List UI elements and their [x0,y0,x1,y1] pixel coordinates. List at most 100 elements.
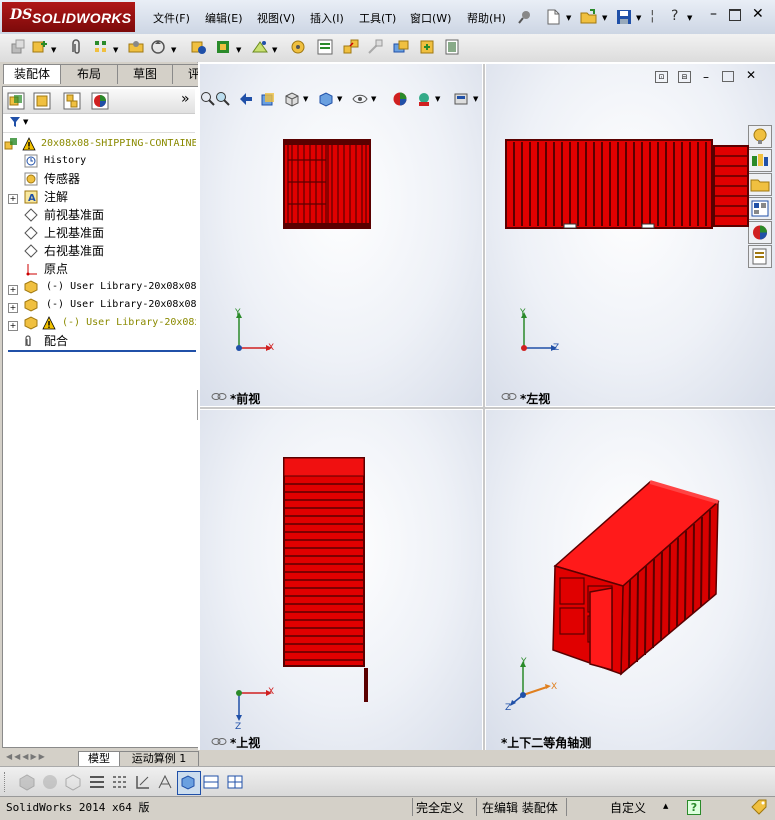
tree-item-annotations[interactable]: 注解 [44,189,68,205]
zoom-to-fit-icon[interactable] [200,91,216,107]
save-icon[interactable] [615,8,633,26]
section-view-icon[interactable] [260,91,276,107]
hidden-lines-icon[interactable] [64,773,82,791]
tree-item-sensors[interactable]: 传感器 [44,171,80,187]
chevron-down-icon[interactable]: ▼ [566,14,571,22]
apply-scene-icon[interactable] [416,91,432,107]
display-manager-icon[interactable] [91,92,109,110]
menu-view[interactable]: 视图(V) [257,10,295,26]
new-motion-study-icon[interactable] [289,38,307,56]
shaded-icon[interactable] [41,773,59,791]
tag-icon[interactable] [750,799,768,815]
tab-sketch[interactable]: 草图 [117,64,173,84]
tab-assembly[interactable]: 装配体 [3,64,61,84]
tree-item-component[interactable]: (-) User Library-20x08x08- [46,297,196,313]
help-status-icon[interactable]: ? [687,800,701,815]
rollback-bar[interactable] [8,350,196,352]
close-icon[interactable]: ✕ [752,6,764,22]
chevron-down-icon[interactable]: ▼ [602,14,607,22]
wireframe-icon[interactable] [134,773,152,791]
previous-view-icon[interactable] [238,91,254,107]
display-style-icon[interactable] [318,91,334,107]
chevron-down-icon[interactable]: ▼ [23,118,28,126]
tree-item-front-plane[interactable]: 前视基准面 [44,207,104,223]
tab-scroll-arrows-icon[interactable]: ◀◀◀▶▶ [6,752,47,761]
viewport-minimize-icon[interactable]: – [703,70,709,84]
link-views-icon[interactable] [501,392,517,401]
bill-of-materials-icon[interactable] [316,38,334,56]
file-explorer-icon[interactable] [748,173,772,196]
chevron-down-icon[interactable]: ▼ [113,46,118,54]
tree-item-component[interactable]: (-) User Library-20x08x08- [46,279,196,295]
expand-toggle[interactable]: + [8,194,18,204]
filter-icon[interactable] [9,116,21,128]
expand-toggle[interactable]: + [8,321,18,331]
expand-panel-icon[interactable]: » [181,91,190,107]
shaded-edges-icon[interactable] [18,773,36,791]
lines-icon[interactable] [88,773,106,791]
menu-edit[interactable]: 编辑(E) [205,10,243,26]
expand-toggle[interactable]: + [8,285,18,295]
chevron-down-icon[interactable]: ▼ [337,95,342,103]
menu-window[interactable]: 窗口(W) [410,10,451,26]
chevron-down-icon[interactable]: ▼ [236,46,241,54]
reference-geometry-icon[interactable] [251,38,269,56]
expand-toggle[interactable]: + [8,303,18,313]
status-units-custom[interactable]: 自定义 [610,800,646,816]
link-views-icon[interactable] [211,737,227,746]
chevron-down-icon[interactable]: ▼ [636,14,641,22]
link-views-icon[interactable] [211,392,227,401]
tree-root[interactable]: 20x08x08-SHIPPING-CONTAINE [41,136,196,152]
minimize-icon[interactable]: – [710,6,717,22]
assembly-features-icon[interactable] [215,38,233,56]
viewport-layout-icon[interactable]: ⊟ [678,71,691,83]
menu-help[interactable]: 帮助(H) [467,10,506,26]
single-view-icon[interactable] [180,774,196,790]
chevron-down-icon[interactable]: ▼ [371,95,376,103]
menu-insert[interactable]: 插入(I) [310,10,344,26]
tree-item-history[interactable]: History [44,153,86,169]
feature-manager-icon[interactable] [7,92,25,110]
tab-motion-study[interactable]: 运动算例 1 [119,751,199,767]
mate-paperclip-icon[interactable] [67,38,85,56]
chevron-down-icon[interactable]: ▼ [171,46,176,54]
linear-pattern-icon[interactable] [92,38,110,56]
move-component-icon[interactable] [149,38,167,56]
edit-appearance-icon[interactable] [392,91,408,107]
hide-show-items-icon[interactable] [352,91,368,107]
configuration-manager-icon[interactable] [63,92,81,110]
viewport-close-icon[interactable]: ✕ [746,68,756,82]
chevron-down-icon[interactable]: ▼ [687,14,692,22]
menu-file[interactable]: 文件(F) [153,10,190,26]
tree-item-top-plane[interactable]: 上视基准面 [44,225,104,241]
chevron-down-icon[interactable]: ▼ [435,95,440,103]
appearances-scenes-icon[interactable] [748,221,772,244]
chevron-down-icon[interactable]: ▼ [51,46,56,54]
maximize-icon[interactable] [729,9,741,21]
solidworks-logo[interactable]: DS SOLIDWORKS [2,2,135,32]
design-library-icon[interactable] [748,149,772,172]
toolbar-grip[interactable] [4,772,8,792]
viewport-restore-icon[interactable] [722,71,734,82]
view-settings-icon[interactable] [453,91,469,107]
exploded-view-icon[interactable] [342,38,360,56]
chevron-down-icon[interactable]: ▼ [303,95,308,103]
perspective-icon[interactable] [156,773,174,791]
solidworks-resources-icon[interactable] [748,125,772,148]
new-document-icon[interactable] [544,8,562,26]
tree-item-origin[interactable]: 原点 [44,261,68,277]
chevron-down-icon[interactable]: ▼ [473,95,478,103]
tab-layout[interactable]: 布局 [60,64,118,84]
smart-fasteners-icon[interactable] [127,38,145,56]
view-orientation-icon[interactable] [284,91,300,107]
dashed-lines-icon[interactable] [111,773,129,791]
open-folder-icon[interactable] [580,8,598,26]
menu-tools[interactable]: 工具(T) [359,10,396,26]
instant3d-icon[interactable] [418,38,436,56]
tab-model[interactable]: 模型 [78,751,120,767]
viewport-link-icon[interactable]: ⊡ [655,71,668,83]
four-view-icon[interactable] [227,774,243,790]
tree-item-right-plane[interactable]: 右视基准面 [44,243,104,259]
tree-item-mates[interactable]: 配合 [44,333,68,349]
show-hidden-icon[interactable] [190,38,208,56]
